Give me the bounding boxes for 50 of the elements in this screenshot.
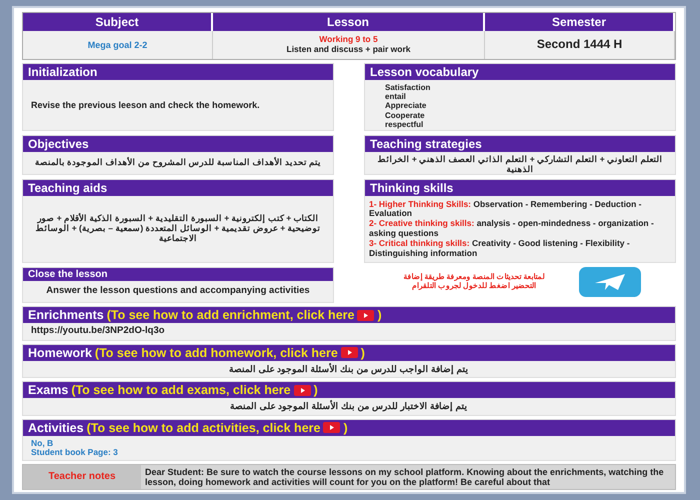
lesson-title: Working 9 to 5 [318, 35, 379, 45]
section-title: Activities [28, 420, 84, 435]
section-text: Answer the lesson questions and accompanying activities [45, 286, 311, 297]
vocabulary-word: entail [385, 92, 407, 102]
vocabulary-word: respectful [385, 120, 424, 129]
telegram-icon[interactable] [579, 267, 641, 297]
vocabulary-word: Satisfaction [385, 83, 432, 92]
play-icon[interactable] [357, 310, 374, 320]
section-title: Exams [28, 383, 68, 398]
section-text: Revise the previous leeson and check the homework. [31, 100, 261, 110]
closing-parenthesis: ) [343, 420, 348, 435]
section-title: Thinking skills [365, 180, 675, 196]
closing-parenthesis: ) [360, 346, 365, 360]
vocabulary-word: Appreciate [385, 101, 428, 111]
section-title: Close the lesson [23, 268, 333, 281]
skill-text: 2- Creative thinking skills: analysis - open-mindedness - organization - asking questions [369, 219, 655, 239]
section-text: الكتاب + كتب إلكترونية + السبورة التقليدية + السبورة الذكية الأقلام + صور توضيحية + عروض تقديمية + الوسائل المتعددة (سمعية – بصرية) + الوسائط الاجتماعية [34, 214, 322, 244]
closing-parenthesis: ) [314, 383, 318, 398]
section-title: Lesson vocabulary [365, 64, 675, 80]
skill-text: 3- Critical thinking skills: Creativity - Good listening - Flexibility - Distinguishing information [369, 238, 631, 258]
play-icon[interactable] [340, 347, 358, 358]
teacher-notes-label: Teacher notes [47, 471, 117, 483]
section-title: Teaching aids [23, 180, 333, 196]
column-header: Subject [23, 13, 213, 31]
play-icon[interactable] [323, 422, 340, 434]
section-text: يتم إضافة الواجب للدرس من بنك الأسئلة الموجود على المنصة [228, 364, 470, 374]
teacher-notes-text: Dear Student: Be sure to watch the course lessons on my school platform. Knowing about the enrichments, watching the lesson, doing homework and activities will count for you on the platform! Be careful about that [141, 464, 675, 490]
closing-parenthesis: ) [377, 308, 382, 322]
help-link[interactable]: (To see how to add enrichment, click here [106, 308, 354, 322]
section-title: Objectives [23, 136, 333, 152]
column-header: Semester [485, 13, 675, 31]
vocabulary-word: Cooperate [385, 110, 426, 120]
table-cell: Second 1444 H [485, 31, 675, 59]
activity-line: No, B [31, 438, 54, 448]
help-link[interactable]: (To see how to add exams, click here [71, 383, 291, 398]
enrichment-link[interactable]: https://youtu.be/3NP2dO-lq3o [31, 326, 667, 337]
play-icon[interactable] [294, 384, 311, 396]
section-title: Homework [28, 346, 92, 360]
section-title: Enrichments [28, 308, 104, 322]
help-link[interactable]: (To see how to add homework, click here [94, 346, 338, 360]
section-title: Teaching strategies [365, 136, 675, 152]
section-title: Initialization [23, 64, 333, 80]
column-header: Lesson [213, 13, 485, 31]
section-text: يتم تحديد الأهداف المناسبة للدرس المشروح من الأهداف الموجودة بالمنصة [34, 158, 322, 168]
table-cell: Mega goal 2-2 [23, 31, 213, 59]
section-text: يتم إضافة الاختبار للدرس من بنك الأسئلة الموجود على المنصة [229, 401, 469, 412]
section-text: التعلم التعاوني + التعلم التشاركي + التعلم الذاتي العصف الذهني + الخرائط الذهنية [376, 155, 664, 175]
lesson-detail: Listen and discuss + pair work [286, 45, 412, 55]
activity-line: Student book Page: 3 [31, 448, 119, 458]
help-link[interactable]: (To see how to add activities, click here [86, 420, 320, 435]
